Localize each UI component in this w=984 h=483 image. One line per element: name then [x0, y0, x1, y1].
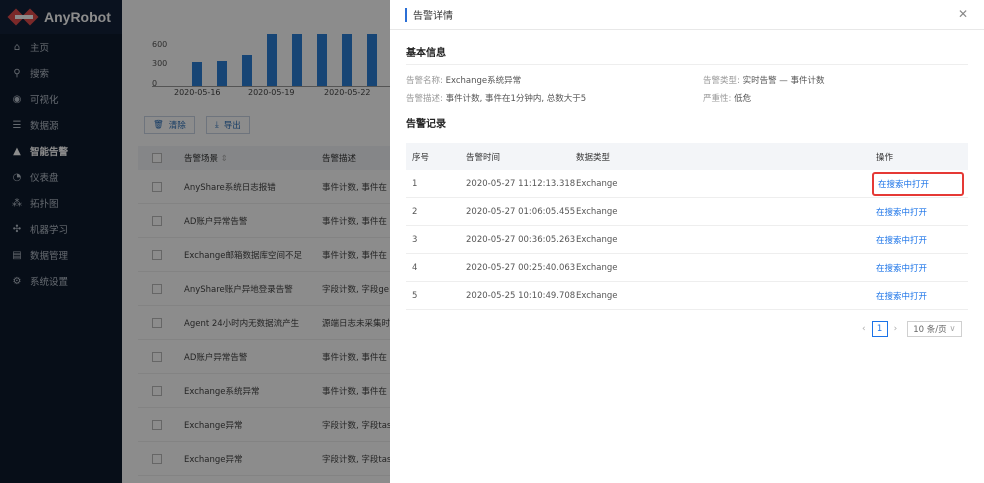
- record-type: Exchange: [576, 290, 618, 301]
- open-in-search-link[interactable]: 在搜索中打开: [872, 171, 964, 196]
- severity-field: 严重性: 低危: [703, 94, 752, 104]
- page-size-select[interactable]: 10 条/页 ∨: [907, 321, 962, 337]
- prev-page-icon[interactable]: ‹: [862, 324, 866, 334]
- next-page-icon[interactable]: ›: [894, 324, 898, 334]
- column-header-no: 序号: [412, 152, 430, 163]
- record-time: 2020-05-27 11:12:13.318: [466, 178, 576, 189]
- open-in-search-link[interactable]: 在搜索中打开: [876, 206, 968, 218]
- alert-detail-drawer: 告警详情 ✕ 基本信息 告警名称: Exchange系统异常 告警类型: 实时告…: [390, 0, 984, 483]
- modal-overlay[interactable]: [122, 0, 390, 483]
- record-row: 3 2020-05-27 00:36:05.263 Exchange 在搜索中打开: [406, 226, 968, 254]
- close-icon[interactable]: ✕: [958, 7, 968, 21]
- background-page: 600 300 0 2020-05-16 2020-05-19 2020-05-…: [122, 0, 390, 483]
- record-row: 4 2020-05-27 00:25:40.063 Exchange 在搜索中打开: [406, 254, 968, 282]
- record-time: 2020-05-27 00:36:05.263: [466, 234, 576, 245]
- sidebar-overlay[interactable]: [0, 0, 122, 483]
- alert-type-field: 告警类型: 实时告警 — 事件计数: [703, 76, 825, 86]
- record-no: 1: [412, 178, 418, 189]
- record-type: Exchange: [576, 206, 618, 217]
- record-row: 1 2020-05-27 11:12:13.318 Exchange 在搜索中打开: [406, 170, 968, 198]
- drawer-header: 告警详情 ✕: [390, 0, 984, 30]
- record-no: 3: [412, 234, 418, 245]
- open-in-search-link[interactable]: 在搜索中打开: [876, 234, 968, 246]
- column-header-op: 操作: [876, 152, 894, 163]
- record-type: Exchange: [576, 234, 618, 245]
- record-time: 2020-05-27 00:25:40.063: [466, 262, 576, 273]
- records-title: 告警记录: [406, 119, 446, 130]
- basic-info-title: 基本信息: [406, 48, 446, 59]
- open-in-search-link[interactable]: 在搜索中打开: [876, 290, 968, 302]
- divider: [406, 64, 968, 65]
- record-type: Exchange: [576, 178, 618, 189]
- record-no: 4: [412, 262, 418, 273]
- alert-name-field: 告警名称: Exchange系统异常: [406, 76, 522, 86]
- alert-desc-field: 告警描述: 事件计数, 事件在1分钟内, 总数大于5: [406, 94, 587, 104]
- record-row: 2 2020-05-27 01:06:05.455 Exchange 在搜索中打开: [406, 198, 968, 226]
- page-1-button[interactable]: 1: [871, 321, 888, 337]
- record-time: 2020-05-25 10:10:49.708: [466, 290, 576, 301]
- record-no: 2: [412, 206, 418, 217]
- column-header-time: 告警时间: [466, 152, 501, 163]
- drawer-title: 告警详情: [413, 11, 453, 22]
- record-no: 5: [412, 290, 418, 301]
- column-header-type: 数据类型: [576, 152, 611, 163]
- records-table-header: 序号 告警时间 数据类型 操作: [406, 143, 968, 170]
- record-time: 2020-05-27 01:06:05.455: [466, 206, 576, 217]
- open-in-search-link[interactable]: 在搜索中打开: [876, 262, 968, 274]
- pagination: ‹ 1 › 10 条/页 ∨: [862, 321, 962, 337]
- record-row: 5 2020-05-25 10:10:49.708 Exchange 在搜索中打开: [406, 282, 968, 310]
- title-accent: [405, 7, 407, 22]
- chevron-down-icon: ∨: [949, 324, 956, 334]
- record-type: Exchange: [576, 262, 618, 273]
